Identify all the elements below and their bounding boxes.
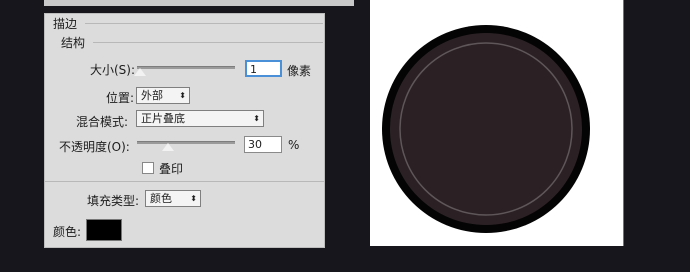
stroke-settings-panel: 描边 结构 大小(S): 1 像素 位置: 外部 ⬍ 混合模式: 正片叠底 ⬍ … bbox=[44, 13, 325, 248]
opacity-unit-label: % bbox=[288, 138, 300, 152]
blend-mode-label: 混合模式: bbox=[76, 115, 129, 129]
color-swatch[interactable] bbox=[86, 219, 122, 241]
structure-divider bbox=[93, 42, 323, 43]
chevron-updown-icon: ⬍ bbox=[190, 194, 197, 203]
position-label: 位置: bbox=[106, 91, 135, 105]
opacity-label: 不透明度(O): bbox=[59, 140, 130, 154]
size-slider[interactable] bbox=[137, 66, 235, 69]
fill-type-select[interactable]: 颜色 ⬍ bbox=[145, 190, 201, 207]
blend-mode-select-value: 正片叠底 bbox=[141, 112, 185, 125]
fill-divider bbox=[45, 181, 324, 182]
position-select-value: 外部 bbox=[141, 89, 163, 102]
size-label: 大小(S): bbox=[90, 63, 136, 77]
overprint-checkbox[interactable] bbox=[142, 162, 154, 174]
guide-line bbox=[623, 0, 624, 246]
opacity-slider[interactable] bbox=[137, 141, 235, 144]
circle-button-preview bbox=[382, 25, 590, 233]
size-slider-thumb[interactable] bbox=[134, 68, 146, 76]
preview-canvas bbox=[370, 0, 623, 246]
stroke-section-title: 描边 bbox=[53, 17, 78, 31]
fill-type-label: 填充类型: bbox=[87, 194, 140, 208]
size-input[interactable]: 1 bbox=[245, 60, 282, 77]
inner-disc bbox=[390, 33, 582, 225]
opacity-input[interactable]: 30 bbox=[244, 136, 282, 153]
structure-section-title: 结构 bbox=[61, 36, 86, 50]
color-label: 颜色: bbox=[53, 225, 82, 239]
chevron-updown-icon: ⬍ bbox=[179, 91, 186, 100]
overprint-label: 叠印 bbox=[159, 162, 184, 176]
blend-mode-select[interactable]: 正片叠底 ⬍ bbox=[136, 110, 264, 127]
title-divider bbox=[85, 23, 323, 24]
position-select[interactable]: 外部 ⬍ bbox=[136, 87, 190, 104]
fill-type-select-value: 颜色 bbox=[150, 192, 172, 205]
size-unit-label: 像素 bbox=[287, 64, 312, 78]
top-panel-strip bbox=[44, 0, 354, 6]
chevron-updown-icon: ⬍ bbox=[253, 114, 260, 123]
opacity-slider-thumb[interactable] bbox=[162, 143, 174, 151]
